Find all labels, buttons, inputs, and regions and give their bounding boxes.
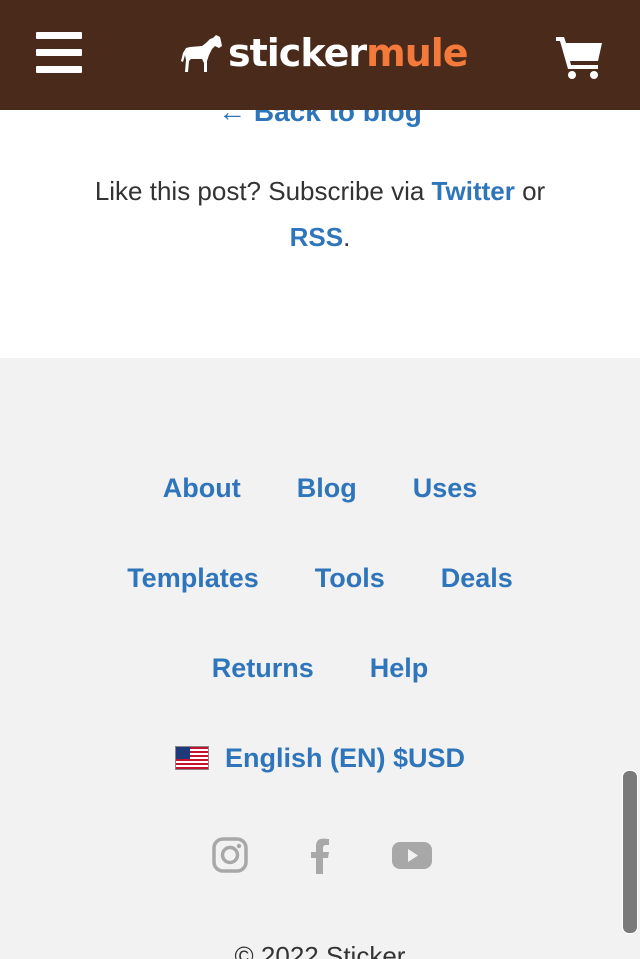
footer-link-templates[interactable]: Templates [127,560,259,596]
youtube-icon[interactable] [392,834,432,874]
footer-link-tools[interactable]: Tools [315,560,385,596]
footer-link-deals[interactable]: Deals [441,560,513,596]
subscribe-or: or [514,176,546,206]
footer-links-row-3: Returns Help [0,650,640,686]
footer-link-uses[interactable]: Uses [413,470,478,506]
footer-link-returns[interactable]: Returns [212,650,314,686]
mule-icon [181,35,222,72]
copyright-text: © 2022 Sticker [234,941,406,959]
brand-logo[interactable]: stickermule [180,28,469,78]
scrollbar[interactable] [622,770,638,934]
footer-links-row-2: Templates Tools Deals [0,560,640,596]
brand-part1: sticker [228,31,367,75]
brand-name: stickermule [228,28,469,78]
subscribe-prefix: Like this post? Subscribe via [94,176,432,206]
footer-links-row-1: About Blog Uses [0,470,640,506]
footer-link-blog[interactable]: Blog [297,470,357,506]
us-flag-icon [174,746,209,770]
language-selector[interactable]: English (EN) $USD [0,740,640,776]
language-label: English (EN) $USD [224,743,466,773]
twitter-link[interactable]: Twitter [432,176,515,206]
footer-link-help[interactable]: Help [370,650,429,686]
instagram-icon[interactable] [212,834,248,874]
page: ← Back to blog Like this post? Subscribe… [0,0,640,959]
footer-link-about[interactable]: About [163,470,241,506]
facebook-icon[interactable] [302,834,338,874]
subscribe-text: Like this post? Subscribe via Twitter or… [60,168,580,260]
hamburger-menu-icon[interactable] [36,32,82,74]
site-header: stickermule [0,0,640,110]
subscribe-period: . [343,222,351,252]
social-links [0,834,640,874]
rss-link[interactable]: RSS [290,222,343,252]
cart-icon[interactable] [554,34,606,80]
brand-part2: mule [366,31,468,75]
